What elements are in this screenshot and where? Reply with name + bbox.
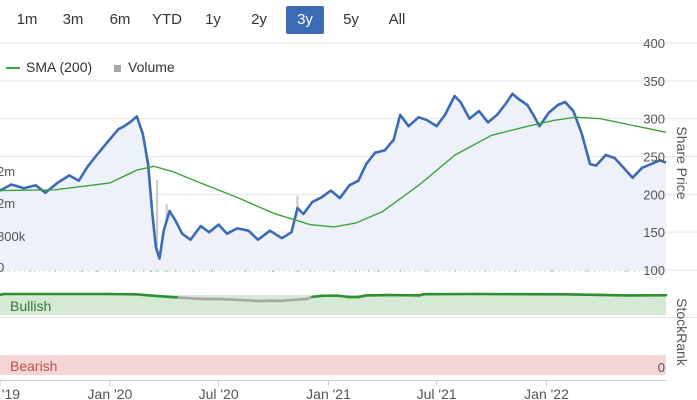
bullish-band xyxy=(0,295,666,315)
stockrank-segment xyxy=(228,298,244,302)
stockrank-segment xyxy=(177,296,192,300)
stockrank-segment xyxy=(189,297,208,301)
stock-chart-widget: 1m 3m 6m YTD 1y 2y 3y 5y All SMA (200) Volume Bu… xyxy=(0,0,697,400)
volume-tick: 2m xyxy=(0,196,15,211)
price-tick-400: 400 xyxy=(643,36,665,51)
volume-tick: 800k xyxy=(0,229,26,244)
bullish-band-label: Bullish xyxy=(10,298,51,314)
x-tick-label: Jul '20 xyxy=(199,386,239,400)
price-tick-300: 300 xyxy=(643,112,665,127)
chart-canvas: Bullish Bearish 400 350 300 250 200 150 100 2m 2m… xyxy=(0,36,697,400)
x-tick-label: Jul '19 xyxy=(0,386,20,400)
price-area-fill xyxy=(0,93,666,270)
price-tick-100: 100 xyxy=(643,263,665,278)
price-tick-350: 350 xyxy=(643,74,665,89)
x-tick-label: Jan '22 xyxy=(524,386,569,400)
bearish-band xyxy=(0,355,666,375)
stockrank-segment xyxy=(280,298,296,303)
x-tick-label: Jan '20 xyxy=(88,386,133,400)
stockrank-segment xyxy=(335,294,351,299)
x-tick-label: Jan '21 xyxy=(306,386,351,400)
bearish-band-label: Bearish xyxy=(10,358,57,374)
price-area xyxy=(0,92,667,270)
volume-tick: 2m xyxy=(0,164,15,179)
stockrank-segment xyxy=(311,294,323,299)
stockrank-segment xyxy=(152,294,180,299)
volume-tick: 0 xyxy=(0,260,4,275)
stockrank-segment xyxy=(293,297,308,302)
stockrank-bands: Bullish Bearish xyxy=(0,295,666,375)
price-tick-200: 200 xyxy=(643,187,665,202)
stockrank-tick-0: 0 xyxy=(658,360,665,375)
price-tick-150: 150 xyxy=(643,225,665,240)
stockrank-segment xyxy=(135,293,156,298)
stockrank-segment xyxy=(241,298,263,303)
stockrank-segment xyxy=(563,293,602,297)
price-axis-title: Share Price xyxy=(674,126,690,199)
stockrank-axis-title: StockRank xyxy=(674,298,690,367)
stockrank-segment xyxy=(598,293,628,297)
price-tick-250: 250 xyxy=(643,150,665,165)
x-tick-label: Jul '21 xyxy=(417,386,457,400)
